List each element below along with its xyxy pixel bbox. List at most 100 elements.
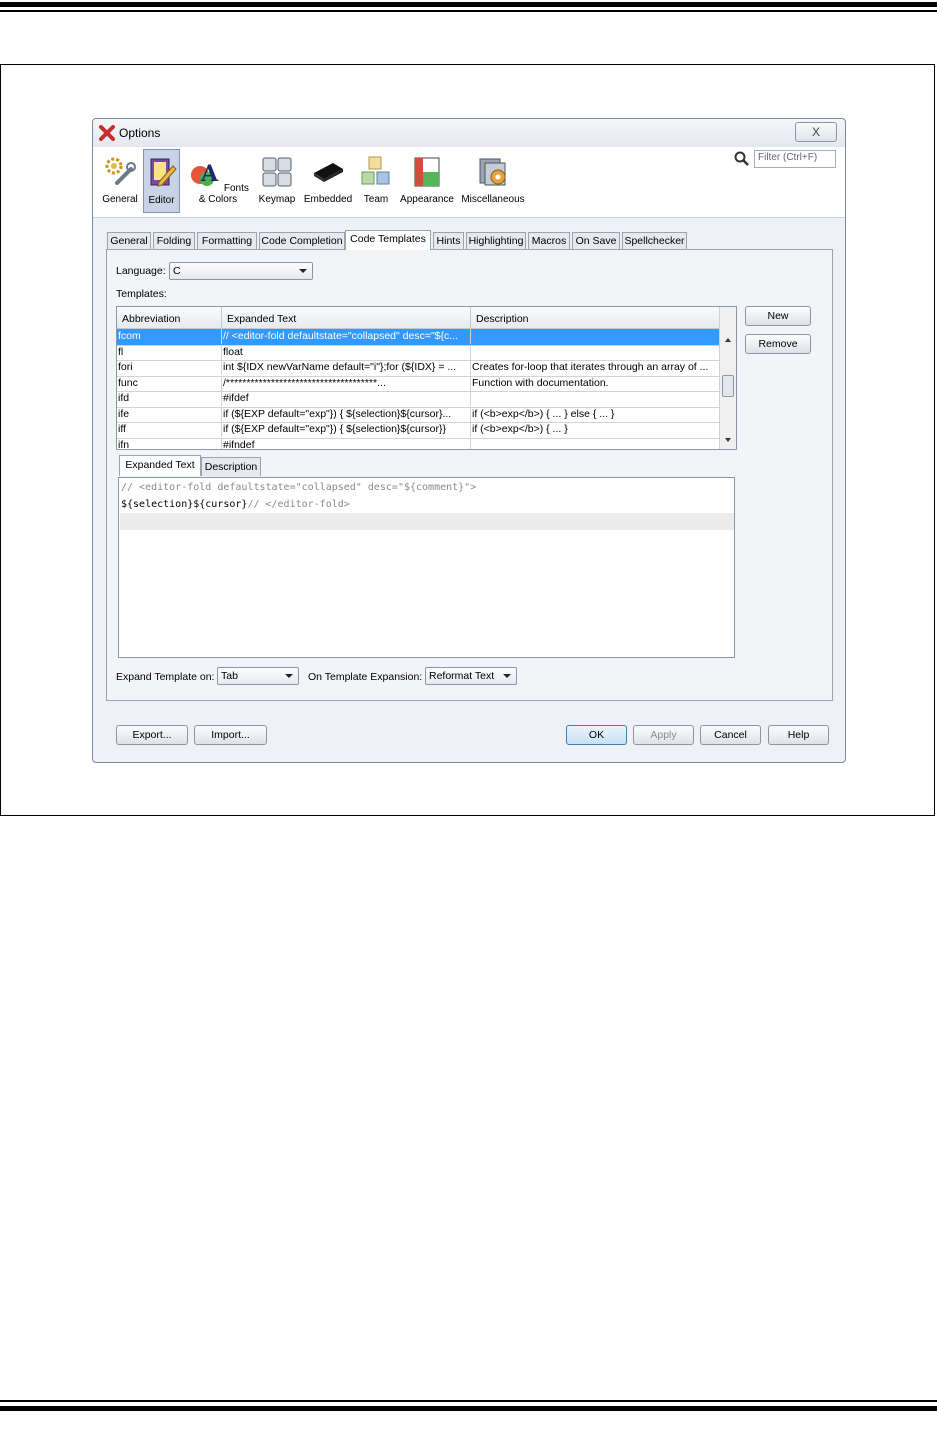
category-miscellaneous[interactable]: Miscellaneous <box>460 149 526 213</box>
search-icon <box>734 151 749 166</box>
language-label: Language: <box>116 265 166 277</box>
cell-description <box>471 329 720 344</box>
tab-code-completion[interactable]: Code Completion <box>259 232 345 249</box>
tab-formatting[interactable]: Formatting <box>197 232 257 249</box>
category-label: General <box>102 194 138 205</box>
import-button[interactable]: Import... <box>194 725 267 745</box>
expand-template-select[interactable]: Tab <box>217 667 299 685</box>
column-header-expanded-text[interactable]: Expanded Text <box>222 307 471 328</box>
top-rule <box>0 2 937 7</box>
cell-expanded-text: int ${IDX newVarName default="i"};for ($… <box>222 360 471 375</box>
category-editor[interactable]: Editor <box>143 149 180 213</box>
table-row[interactable]: fl float <box>117 344 720 361</box>
bottom-rule <box>0 1406 937 1411</box>
on-expansion-value: Reformat Text <box>429 670 495 682</box>
editor-pencil-icon <box>150 158 177 187</box>
table-row[interactable]: func /**********************************… <box>117 375 720 392</box>
tab-spellchecker[interactable]: Spellchecker <box>622 232 687 249</box>
category-label: Miscellaneous <box>461 194 525 205</box>
filter-input[interactable]: Filter (Ctrl+F) <box>754 150 836 168</box>
chevron-down-icon <box>299 269 307 273</box>
tab-expanded-text[interactable]: Expanded Text <box>119 455 201 476</box>
cell-description: if (<b>exp</b>) { ... } <box>472 423 568 435</box>
language-select[interactable]: C <box>169 262 313 280</box>
ok-button[interactable]: OK <box>566 725 627 745</box>
cell-expanded-text: #ifndef <box>222 437 471 449</box>
category-team[interactable]: Team <box>358 149 394 213</box>
scroll-down-icon[interactable] <box>721 433 735 447</box>
category-keymap[interactable]: Keymap <box>257 149 297 213</box>
tab-highlighting[interactable]: Highlighting <box>466 232 526 249</box>
on-expansion-label: On Template Expansion: <box>308 671 423 683</box>
gear-wrench-icon <box>105 157 136 185</box>
appearance-icon <box>414 157 440 187</box>
svg-text:A: A <box>200 161 219 187</box>
tab-macros[interactable]: Macros <box>528 232 570 249</box>
tab-description[interactable]: Description <box>201 457 261 476</box>
column-header-abbreviation[interactable]: Abbreviation <box>117 307 222 328</box>
cell-expanded-text: // <editor-fold defaultstate="collapsed"… <box>222 329 471 344</box>
table-header: Abbreviation Expanded Text Description <box>117 307 720 329</box>
code-fold-end: // </editor-fold> <box>247 499 350 510</box>
table-row[interactable]: ife if (${EXP default="exp"}) { ${select… <box>117 406 720 423</box>
close-button[interactable]: X <box>795 122 837 142</box>
export-button[interactable]: Export... <box>116 725 188 745</box>
category-general[interactable]: General <box>100 149 140 213</box>
expanded-text-editor[interactable]: // <editor-fold defaultstate="collapsed"… <box>118 477 735 658</box>
team-cubes-icon <box>361 156 390 185</box>
cell-expanded-text: #ifdef <box>222 391 471 406</box>
chevron-down-icon <box>503 674 511 678</box>
table-row[interactable]: iff if (${EXP default="exp"}) { ${select… <box>117 422 720 439</box>
table-row[interactable]: fori int ${IDX newVarName default="i"};f… <box>117 360 720 377</box>
table-row[interactable]: ifd #ifdef <box>117 391 720 408</box>
cell-description: if (<b>exp</b>) { ... } else { ... } <box>472 407 615 420</box>
cell-abbreviation: ifd <box>117 391 222 406</box>
tab-on-save[interactable]: On Save <box>572 232 620 249</box>
cell-description <box>471 345 720 360</box>
cell-abbreviation: fl <box>117 344 222 360</box>
cell-abbreviation: ifn <box>117 437 222 449</box>
chip-icon <box>314 163 343 182</box>
cancel-button[interactable]: Cancel <box>700 725 761 745</box>
category-appearance[interactable]: Appearance <box>397 149 457 213</box>
category-label: Keymap <box>258 194 296 205</box>
cell-expanded-text: float <box>222 344 471 360</box>
table-scrollbar[interactable] <box>719 307 736 449</box>
new-button[interactable]: New <box>745 306 811 326</box>
category-label: Embedded <box>303 194 353 205</box>
category-embedded[interactable]: Embedded <box>301 149 355 213</box>
category-fonts-colors[interactable]: A Fonts & Colors <box>183 149 253 213</box>
on-expansion-select[interactable]: Reformat Text <box>425 667 517 685</box>
cell-description: Function with documentation. <box>472 376 609 389</box>
tab-general[interactable]: General <box>107 232 151 249</box>
apply-button[interactable]: Apply <box>633 725 694 745</box>
table-row[interactable]: ifn #ifndef <box>117 437 720 450</box>
tab-folding[interactable]: Folding <box>153 232 195 249</box>
tab-code-templates[interactable]: Code Templates <box>345 230 431 250</box>
chevron-down-icon <box>285 674 293 678</box>
window-title: Options <box>119 126 161 140</box>
language-value: C <box>173 265 181 277</box>
templates-label: Templates: <box>116 288 167 300</box>
expand-template-value: Tab <box>221 670 238 682</box>
cell-description <box>471 438 720 450</box>
cell-expanded-text: if (${EXP default="exp"}) { ${selection}… <box>222 422 471 437</box>
category-label: Editor <box>148 195 175 206</box>
cell-abbreviation: fori <box>117 360 222 375</box>
table-row[interactable]: fcom // <editor-fold defaultstate="colla… <box>117 329 720 346</box>
fonts-colors-icon: A <box>191 161 219 187</box>
remove-button[interactable]: Remove <box>745 334 811 354</box>
title-bar: Options X <box>93 119 845 148</box>
column-header-description[interactable]: Description <box>471 307 720 328</box>
miscellaneous-icon <box>479 158 506 186</box>
scroll-thumb[interactable] <box>722 375 734 397</box>
help-button[interactable]: Help <box>768 725 829 745</box>
code-selection-cursor: ${selection}${cursor} <box>121 499 248 510</box>
category-label: Appearance <box>400 194 454 205</box>
scroll-up-icon[interactable] <box>721 333 735 347</box>
tab-hints[interactable]: Hints <box>433 232 464 249</box>
cell-expanded-text: /*************************************..… <box>222 375 471 391</box>
code-line-1: // <editor-fold defaultstate="collapsed"… <box>121 482 477 493</box>
category-toolbar: General Editor A Fonts & Colors Keymap E… <box>93 147 845 218</box>
code-line-2: ${selection}${cursor}// </editor-fold> <box>120 496 734 513</box>
